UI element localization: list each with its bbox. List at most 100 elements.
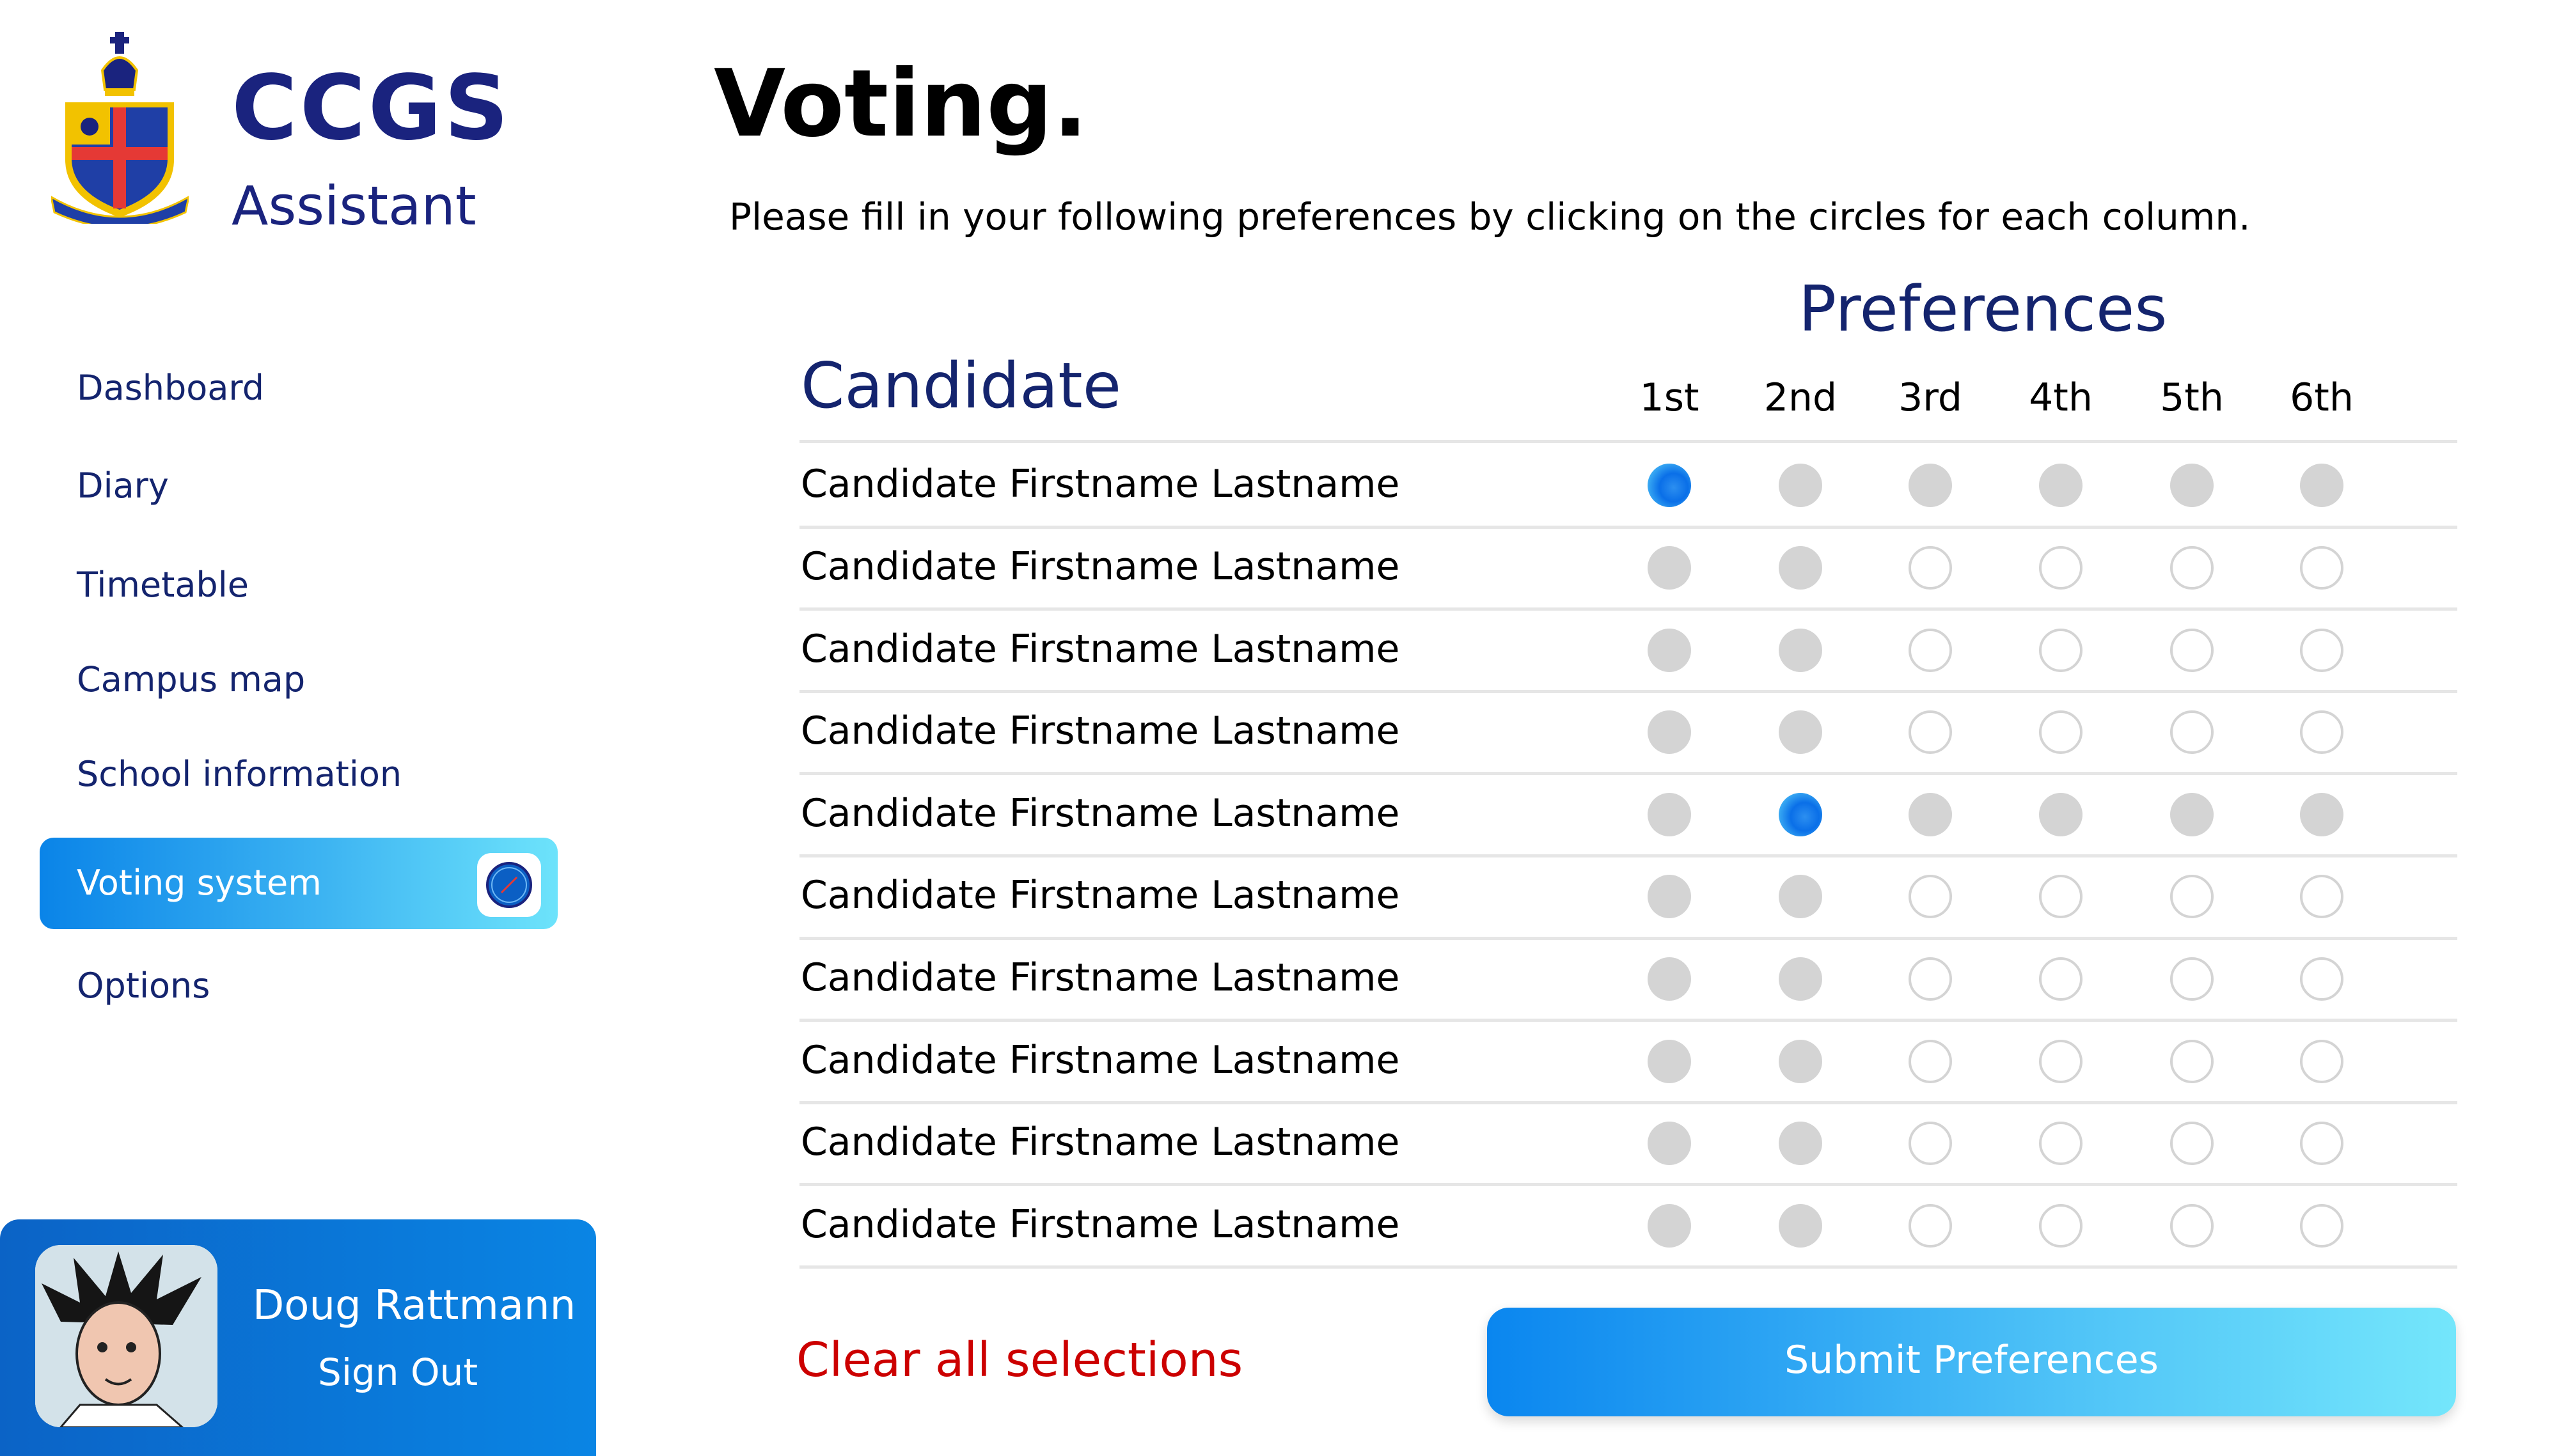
preference-radio-1st bbox=[1648, 710, 1691, 755]
preference-radio-6th[interactable] bbox=[2300, 1122, 2343, 1166]
preference-radio-6th[interactable] bbox=[2300, 875, 2343, 919]
compass-icon bbox=[477, 853, 541, 917]
table-divider bbox=[799, 1100, 2457, 1104]
table-divider bbox=[799, 772, 2457, 776]
preference-radio-6th bbox=[2300, 464, 2343, 508]
page-title: Voting. bbox=[714, 50, 1089, 158]
column-header-5th: 5th bbox=[2160, 375, 2224, 420]
sign-out-link[interactable]: Sign Out bbox=[318, 1354, 478, 1391]
sidebar-item-campus-map[interactable]: Campus map bbox=[77, 662, 305, 697]
clear-selections-button[interactable]: Clear all selections bbox=[796, 1336, 1243, 1384]
school-crest-logo bbox=[49, 32, 191, 229]
preference-radio-6th[interactable] bbox=[2300, 1203, 2343, 1248]
column-header-2nd: 2nd bbox=[1763, 375, 1838, 420]
preference-radio-2nd bbox=[1779, 1039, 1822, 1083]
sidebar-item-school-information[interactable]: School information bbox=[77, 757, 402, 792]
candidate-name: Candidate Firstname Lastname bbox=[801, 1120, 1400, 1165]
preference-radio-3rd[interactable] bbox=[1909, 875, 1952, 919]
preference-radio-6th[interactable] bbox=[2300, 1039, 2343, 1083]
candidate-name: Candidate Firstname Lastname bbox=[801, 790, 1400, 836]
submit-button-label: Submit Preferences bbox=[1784, 1338, 2159, 1382]
preference-radio-3rd[interactable] bbox=[1909, 628, 1952, 672]
preference-radio-1st bbox=[1648, 957, 1691, 1001]
table-divider bbox=[799, 1265, 2457, 1269]
preference-radio-3rd bbox=[1909, 464, 1952, 508]
preference-radio-5th bbox=[2170, 792, 2214, 836]
column-header-4th: 4th bbox=[2029, 375, 2093, 420]
sidebar-item-dashboard[interactable]: Dashboard bbox=[77, 371, 264, 405]
preference-radio-4th[interactable] bbox=[2039, 545, 2083, 590]
preference-radio-4th[interactable] bbox=[2039, 1203, 2083, 1248]
preference-radio-4th[interactable] bbox=[2039, 1122, 2083, 1166]
table-divider bbox=[799, 936, 2457, 940]
preference-radio-4th[interactable] bbox=[2039, 1039, 2083, 1083]
brand-title: CCGS bbox=[232, 56, 512, 160]
preference-radio-3rd[interactable] bbox=[1909, 1122, 1952, 1166]
preference-radio-6th[interactable] bbox=[2300, 545, 2343, 590]
user-profile-card: Doug Rattmann Sign Out bbox=[0, 1219, 596, 1456]
preference-radio-4th[interactable] bbox=[2039, 710, 2083, 755]
preference-radio-1st bbox=[1648, 792, 1691, 836]
preference-radio-1st bbox=[1648, 875, 1691, 919]
preference-radio-4th bbox=[2039, 464, 2083, 508]
column-header-1st: 1st bbox=[1639, 375, 1699, 420]
page-instructions: Please fill in your following preference… bbox=[729, 195, 2251, 239]
preference-radio-2nd bbox=[1779, 957, 1822, 1001]
preference-radio-4th[interactable] bbox=[2039, 875, 2083, 919]
candidate-name: Candidate Firstname Lastname bbox=[801, 1037, 1400, 1083]
preference-radio-5th[interactable] bbox=[2170, 875, 2214, 919]
preference-radio-6th bbox=[2300, 792, 2343, 836]
sidebar-item-timetable[interactable]: Timetable bbox=[77, 568, 249, 602]
user-name: Doug Rattmann bbox=[253, 1282, 576, 1329]
sidebar-item-diary[interactable]: Diary bbox=[77, 469, 169, 503]
column-header-6th: 6th bbox=[2290, 375, 2354, 420]
preference-radio-3rd[interactable] bbox=[1909, 545, 1952, 590]
column-header-3rd: 3rd bbox=[1898, 375, 1962, 420]
preference-radio-3rd[interactable] bbox=[1909, 1203, 1952, 1248]
preference-radio-1st bbox=[1648, 545, 1691, 590]
preference-radio-5th[interactable] bbox=[2170, 628, 2214, 672]
candidate-name: Candidate Firstname Lastname bbox=[801, 708, 1400, 754]
preference-radio-2nd bbox=[1779, 628, 1822, 672]
table-divider bbox=[799, 1183, 2457, 1187]
sidebar-item-options[interactable]: Options bbox=[77, 969, 210, 1003]
preference-radio-5th[interactable] bbox=[2170, 1122, 2214, 1166]
preference-radio-2nd bbox=[1779, 545, 1822, 590]
preference-radio-6th[interactable] bbox=[2300, 710, 2343, 755]
preference-radio-4th[interactable] bbox=[2039, 628, 2083, 672]
table-divider bbox=[799, 440, 2457, 443]
brand-subtitle: Assistant bbox=[232, 175, 476, 237]
table-divider bbox=[799, 525, 2457, 529]
preference-radio-4th bbox=[2039, 792, 2083, 836]
preference-radio-6th[interactable] bbox=[2300, 628, 2343, 672]
preference-radio-3rd[interactable] bbox=[1909, 1039, 1952, 1083]
candidate-header: Candidate bbox=[801, 350, 1122, 423]
sidebar-item-voting-system[interactable]: Voting system bbox=[40, 838, 558, 929]
preference-radio-2nd bbox=[1779, 464, 1822, 508]
preference-radio-5th[interactable] bbox=[2170, 1203, 2214, 1248]
candidate-name: Candidate Firstname Lastname bbox=[801, 462, 1400, 507]
preference-radio-3rd[interactable] bbox=[1909, 957, 1952, 1001]
preference-radio-3rd[interactable] bbox=[1909, 710, 1952, 755]
preference-radio-6th[interactable] bbox=[2300, 957, 2343, 1001]
sidebar-item-label: Voting system bbox=[77, 863, 322, 903]
avatar[interactable] bbox=[35, 1245, 217, 1427]
table-divider bbox=[799, 854, 2457, 857]
preference-radio-5th bbox=[2170, 464, 2214, 508]
preference-radio-1st[interactable] bbox=[1648, 464, 1691, 508]
preference-radio-5th[interactable] bbox=[2170, 545, 2214, 590]
submit-preferences-button[interactable]: Submit Preferences bbox=[1487, 1308, 2456, 1416]
preference-radio-4th[interactable] bbox=[2039, 957, 2083, 1001]
table-divider bbox=[799, 607, 2457, 611]
candidate-name: Candidate Firstname Lastname bbox=[801, 544, 1400, 589]
preference-radio-2nd bbox=[1779, 875, 1822, 919]
preference-radio-5th[interactable] bbox=[2170, 957, 2214, 1001]
preference-radio-5th[interactable] bbox=[2170, 710, 2214, 755]
preference-radio-1st bbox=[1648, 1203, 1691, 1248]
preferences-header: Preferences bbox=[1799, 273, 2168, 346]
preference-radio-2nd[interactable] bbox=[1779, 792, 1822, 836]
table-divider bbox=[799, 1019, 2457, 1022]
candidate-name: Candidate Firstname Lastname bbox=[801, 1202, 1400, 1247]
candidate-name: Candidate Firstname Lastname bbox=[801, 873, 1400, 918]
preference-radio-5th[interactable] bbox=[2170, 1039, 2214, 1083]
